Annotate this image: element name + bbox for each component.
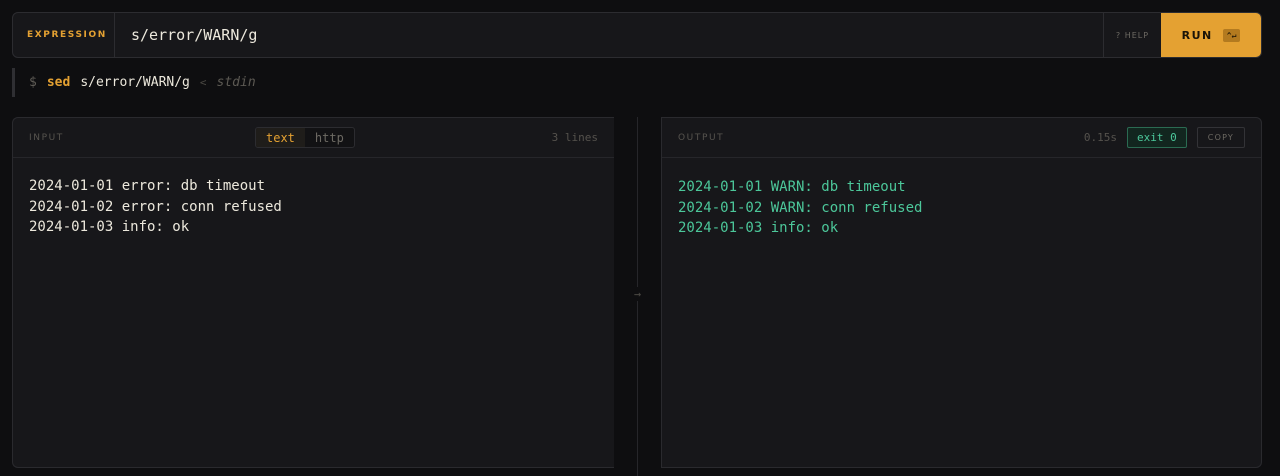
output-panel: OUTPUT 0.15s exit 0 COPY 2024-01-01 WARN… bbox=[661, 117, 1262, 468]
enter-key-icon: ^↵ bbox=[1222, 28, 1241, 42]
input-panel-title: INPUT bbox=[29, 132, 64, 143]
output-panel-header: OUTPUT 0.15s exit 0 COPY bbox=[662, 118, 1261, 158]
panel-divider: → bbox=[614, 117, 661, 476]
input-line: 2024-01-03 info: ok bbox=[29, 219, 190, 235]
output-panel-title: OUTPUT bbox=[678, 132, 725, 143]
tab-text[interactable]: text bbox=[256, 128, 305, 147]
expression-bar: EXPRESSION ? HELP RUN ^↵ bbox=[12, 12, 1262, 58]
shell-prompt: $ bbox=[29, 75, 37, 90]
line-count: 3 lines bbox=[551, 131, 598, 144]
output-line: 2024-01-01 WARN: db timeout bbox=[678, 179, 906, 195]
input-editor[interactable]: 2024-01-01 error: db timeout 2024-01-02 … bbox=[13, 158, 614, 238]
input-panel-header: INPUT text http 3 lines bbox=[13, 118, 614, 158]
output-viewer: 2024-01-01 WARN: db timeout 2024-01-02 W… bbox=[662, 158, 1261, 239]
copy-button[interactable]: COPY bbox=[1196, 127, 1245, 148]
output-line: 2024-01-02 WARN: conn refused bbox=[678, 199, 923, 216]
command-argument: s/error/WARN/g bbox=[80, 75, 190, 90]
output-meta: 0.15s exit 0 COPY bbox=[1084, 127, 1245, 148]
expression-label: EXPRESSION bbox=[13, 13, 115, 57]
input-mode-tabs: text http bbox=[255, 127, 355, 148]
redirect-symbol: < bbox=[199, 76, 207, 89]
help-button[interactable]: ? HELP bbox=[1103, 13, 1161, 57]
execution-time: 0.15s bbox=[1083, 131, 1118, 144]
arrow-right-icon: → bbox=[629, 287, 646, 301]
run-label: RUN bbox=[1181, 28, 1213, 42]
input-panel: INPUT text http 3 lines 2024-01-01 error… bbox=[12, 117, 614, 468]
input-line: 2024-01-01 error: db timeout bbox=[29, 178, 266, 194]
output-line: 2024-01-03 info: ok bbox=[678, 220, 839, 236]
exit-status-badge: exit 0 bbox=[1127, 127, 1187, 148]
run-button[interactable]: RUN ^↵ bbox=[1161, 13, 1261, 57]
command-name: sed bbox=[46, 75, 71, 90]
input-source: stdin bbox=[216, 75, 256, 90]
command-preview: $ sed s/error/WARN/g < stdin bbox=[12, 68, 612, 97]
input-line: 2024-01-02 error: conn refused bbox=[29, 198, 282, 215]
tab-http[interactable]: http bbox=[305, 128, 354, 147]
expression-input[interactable] bbox=[115, 13, 1103, 57]
